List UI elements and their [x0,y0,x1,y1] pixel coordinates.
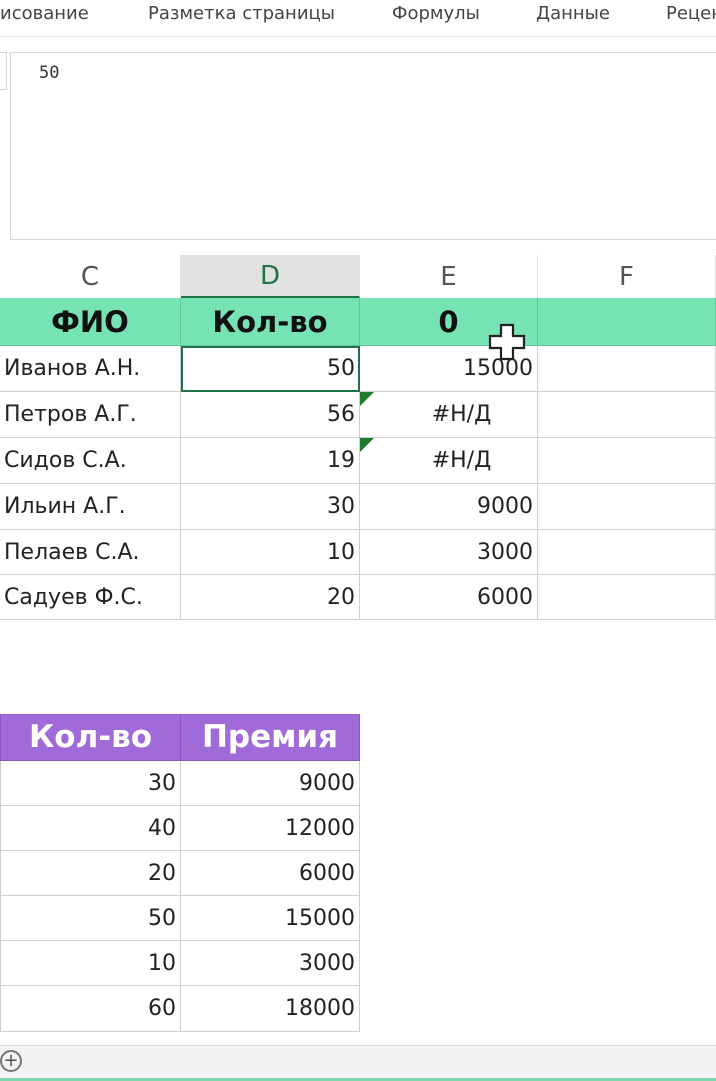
lookup-cell-bonus[interactable]: 15000 [181,896,360,941]
cell-bonus[interactable]: 6000 [360,575,538,620]
header-cell-f[interactable] [538,298,716,346]
cell-qty[interactable]: 19 [181,438,360,484]
cell-name[interactable]: Иванов А.Н. [0,346,181,392]
header-cell-qty[interactable]: Кол-во [181,298,360,346]
cell-qty[interactable]: 30 [181,484,360,530]
cell-name[interactable]: Пелаев С.А. [0,530,181,575]
cell-bonus[interactable]: 9000 [360,484,538,530]
cell-bonus-error[interactable]: #Н/Д [360,438,538,484]
cell-qty[interactable]: 56 [181,392,360,438]
lookup-cell-qty[interactable]: 50 [0,896,181,941]
tab-review[interactable]: Рецен [666,3,716,24]
cell-qty[interactable]: 10 [181,530,360,575]
cell-empty[interactable] [538,575,716,620]
lookup-cell-qty[interactable]: 20 [0,851,181,896]
cell-empty[interactable] [538,438,716,484]
cell-name[interactable]: Сидов С.А. [0,438,181,484]
cell-name[interactable]: Петров А.Г. [0,392,181,438]
lookup-cell-qty[interactable]: 30 [0,761,181,806]
active-cell-qty[interactable]: 50 [181,346,360,392]
sheet-tab-bar: + [0,1045,716,1081]
tab-draw[interactable]: исование [0,3,89,24]
cell-empty[interactable] [538,346,716,392]
cell-empty[interactable] [538,484,716,530]
name-box-edge[interactable] [0,52,7,90]
formula-bar: 50 [0,52,716,242]
lookup-header-qty[interactable]: Кол-во [0,714,181,761]
ribbon-tabs: исование Разметка страницы Формулы Данны… [0,0,716,37]
column-header-d[interactable]: D [181,255,360,298]
lookup-cell-qty[interactable]: 10 [0,941,181,986]
tab-page-layout[interactable]: Разметка страницы [148,3,335,24]
lookup-cell-bonus[interactable]: 3000 [181,941,360,986]
error-indicator-icon[interactable] [360,392,374,406]
lookup-header-bonus[interactable]: Премия [181,714,360,761]
header-cell-fio[interactable]: ФИО [0,298,181,346]
lookup-cell-bonus[interactable]: 6000 [181,851,360,896]
tab-formulas[interactable]: Формулы [392,3,480,24]
cell-select-cursor-icon [488,323,526,361]
column-header-f[interactable]: F [538,255,716,298]
cell-bonus-error[interactable]: #Н/Д [360,392,538,438]
cell-name[interactable]: Садуев Ф.С. [0,575,181,620]
lookup-cell-bonus[interactable]: 12000 [181,806,360,851]
formula-value: 50 [39,63,60,83]
cell-qty[interactable]: 20 [181,575,360,620]
cell-bonus[interactable]: 3000 [360,530,538,575]
cell-name[interactable]: Ильин А.Г. [0,484,181,530]
lookup-cell-qty[interactable]: 60 [0,986,181,1032]
tab-data[interactable]: Данные [536,3,610,24]
cell-empty[interactable] [538,392,716,438]
formula-input[interactable]: 50 [10,52,716,240]
column-header-e[interactable]: E [360,255,538,298]
cell-empty[interactable] [538,530,716,575]
error-indicator-icon[interactable] [360,438,374,452]
column-header-c[interactable]: C [0,255,181,298]
lookup-cell-bonus[interactable]: 18000 [181,986,360,1032]
lookup-cell-qty[interactable]: 40 [0,806,181,851]
lookup-cell-bonus[interactable]: 9000 [181,761,360,806]
add-sheet-icon[interactable]: + [0,1050,22,1072]
